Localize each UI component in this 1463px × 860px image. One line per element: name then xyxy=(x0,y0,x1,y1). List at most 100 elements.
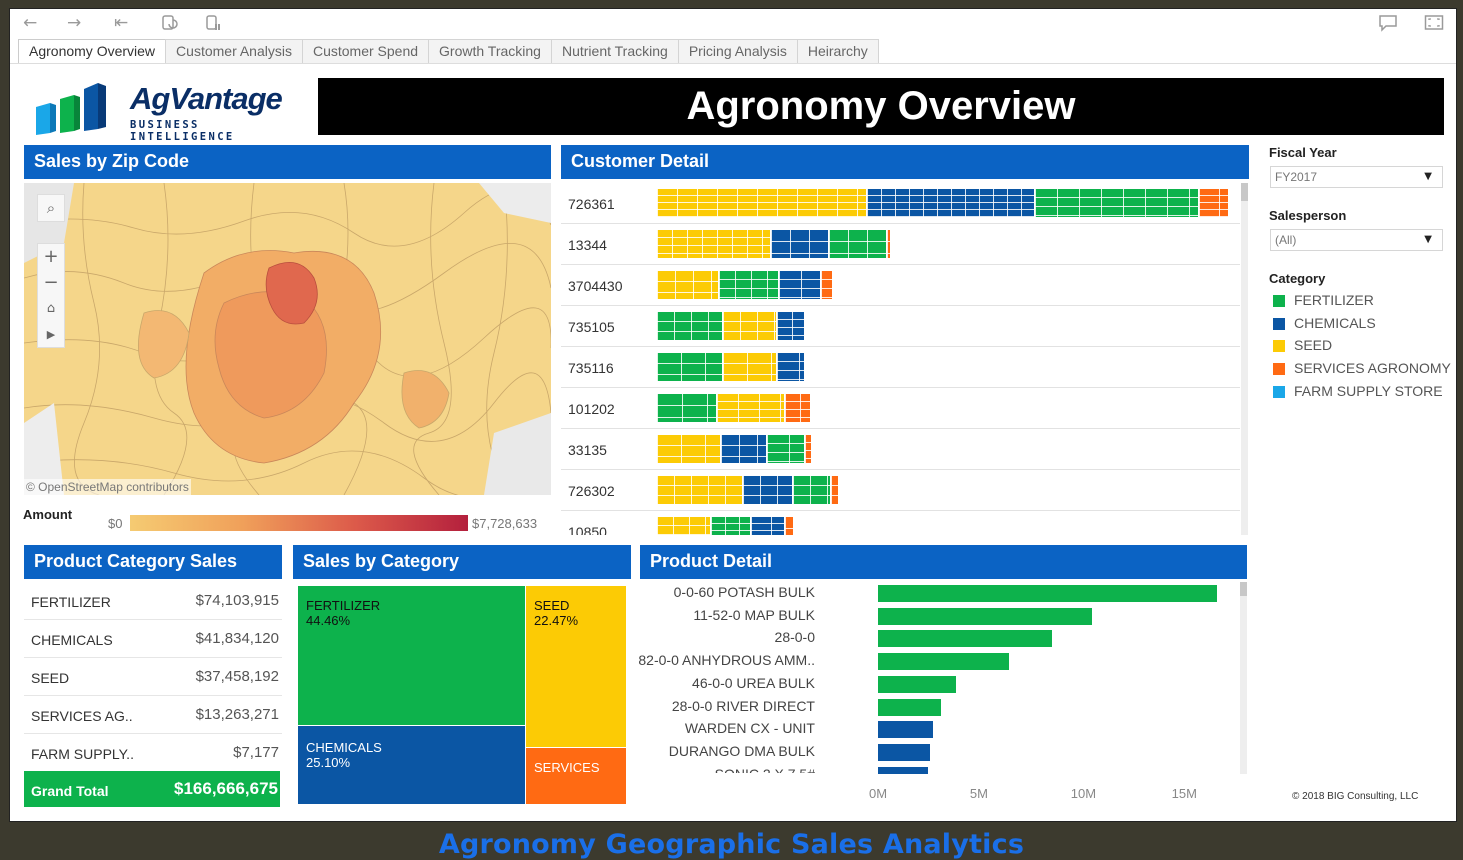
category-sales-row[interactable]: CHEMICALS $41,834,120 xyxy=(24,620,282,658)
customer-category-segment[interactable] xyxy=(829,230,887,258)
customer-category-segment[interactable] xyxy=(711,517,751,535)
customer-treemap-bar[interactable] xyxy=(657,271,833,299)
product-bar[interactable] xyxy=(878,743,930,761)
customer-category-segment[interactable] xyxy=(767,435,805,463)
product-bar[interactable] xyxy=(878,721,933,739)
product-scrollbar[interactable] xyxy=(1240,582,1247,774)
customer-category-segment[interactable] xyxy=(779,271,821,299)
customer-row[interactable]: 726302 xyxy=(561,470,1240,511)
category-sales-row[interactable]: FERTILIZER $74,103,915 xyxy=(24,582,282,620)
customer-category-segment[interactable] xyxy=(771,230,829,258)
customer-category-segment[interactable] xyxy=(657,517,711,535)
customer-row[interactable]: 13344 xyxy=(561,224,1240,265)
customer-category-segment[interactable] xyxy=(831,476,839,504)
product-bar[interactable] xyxy=(878,607,1092,625)
customer-row[interactable]: 3704430 xyxy=(561,265,1240,306)
customer-treemap-bar[interactable] xyxy=(657,435,812,463)
customer-category-segment[interactable] xyxy=(1199,189,1229,217)
product-bar[interactable] xyxy=(878,585,1217,602)
category-sales-row[interactable]: FARM SUPPLY.. $7,177 xyxy=(24,734,282,772)
fiscal-year-select[interactable]: FY2017 ▼ xyxy=(1270,166,1443,188)
customer-category-segment[interactable] xyxy=(887,230,891,258)
customer-id: 735116 xyxy=(568,360,614,376)
tab-customer-spend[interactable]: Customer Spend xyxy=(301,39,430,64)
expand-toolbar-icon[interactable]: ▶ xyxy=(38,322,64,348)
customer-category-segment[interactable] xyxy=(719,271,779,299)
customer-category-segment[interactable] xyxy=(717,394,785,422)
customer-category-segment[interactable] xyxy=(751,517,785,535)
category-sales-row[interactable]: SEED $37,458,192 xyxy=(24,658,282,696)
forward-arrow-icon[interactable]: → xyxy=(67,14,81,32)
product-scroll-thumb[interactable] xyxy=(1240,582,1247,596)
customer-treemap-bar[interactable] xyxy=(657,312,805,340)
zoom-in-icon[interactable]: + xyxy=(38,244,64,270)
choropleth-map[interactable] xyxy=(24,183,551,495)
customer-treemap-bar[interactable] xyxy=(657,353,805,381)
customer-category-segment[interactable] xyxy=(657,394,717,422)
customer-category-segment[interactable] xyxy=(723,353,777,381)
zoom-out-icon[interactable]: − xyxy=(38,270,64,296)
map-attribution[interactable]: © OpenStreetMap contributors xyxy=(24,479,191,495)
zip-code-map[interactable]: ⌕ + − ⌂ ▶ © OpenStreetMap contributors xyxy=(24,183,551,495)
product-bar[interactable] xyxy=(878,630,1052,648)
tab-pricing-analysis[interactable]: Pricing Analysis xyxy=(677,39,798,64)
customer-category-segment[interactable] xyxy=(805,435,812,463)
customer-category-segment[interactable] xyxy=(657,189,867,217)
product-bar[interactable] xyxy=(878,653,1009,671)
x-axis-tick: 0M xyxy=(869,786,888,801)
customer-category-segment[interactable] xyxy=(777,312,805,340)
customer-treemap-bar[interactable] xyxy=(657,230,891,258)
customer-category-segment[interactable] xyxy=(777,353,805,381)
category-sales-row[interactable]: SERVICES AG.. $13,263,271 xyxy=(24,696,282,734)
customer-row[interactable]: 101202 xyxy=(561,388,1240,429)
customer-category-segment[interactable] xyxy=(657,353,723,381)
customer-row[interactable]: 726361 xyxy=(561,183,1240,224)
customer-category-segment[interactable] xyxy=(743,476,793,504)
customer-category-segment[interactable] xyxy=(867,189,1035,217)
to-start-icon[interactable]: ⇤ xyxy=(114,14,128,32)
tab-growth-tracking[interactable]: Growth Tracking xyxy=(428,39,552,64)
tab-heirarchy[interactable]: Heirarchy xyxy=(796,39,879,64)
customer-category-segment[interactable] xyxy=(657,312,723,340)
home-icon[interactable]: ⌂ xyxy=(38,296,64,322)
customer-category-segment[interactable] xyxy=(793,476,831,504)
tab-customer-analysis[interactable]: Customer Analysis xyxy=(165,39,303,64)
treemap-cell-fertilizer[interactable]: FERTILIZER 44.46% xyxy=(298,586,525,725)
customer-category-segment[interactable] xyxy=(723,312,777,340)
customer-category-segment[interactable] xyxy=(821,271,833,299)
back-arrow-icon[interactable]: ← xyxy=(23,14,37,32)
salesperson-select[interactable]: (All) ▼ xyxy=(1270,229,1443,251)
customer-row[interactable]: 33135 xyxy=(561,429,1240,470)
customer-scroll-thumb[interactable] xyxy=(1241,183,1248,201)
customer-category-segment[interactable] xyxy=(657,435,721,463)
customer-category-segment[interactable] xyxy=(657,271,719,299)
customer-category-segment[interactable] xyxy=(785,517,794,535)
map-search-icon[interactable]: ⌕ xyxy=(37,194,65,222)
tab-nutrient-tracking[interactable]: Nutrient Tracking xyxy=(550,39,679,64)
product-bar[interactable] xyxy=(878,766,928,774)
customer-treemap-bar[interactable] xyxy=(657,476,839,504)
customer-category-segment[interactable] xyxy=(1035,189,1199,217)
customer-row[interactable]: 735116 xyxy=(561,347,1240,388)
customer-category-segment[interactable] xyxy=(721,435,767,463)
grand-total-row[interactable]: Grand Total $166,666,675 xyxy=(24,771,280,807)
product-bar[interactable] xyxy=(878,698,941,716)
product-bar[interactable] xyxy=(878,675,956,693)
treemap-cell-seed[interactable]: SEED 22.47% xyxy=(526,586,626,747)
customer-category-segment[interactable] xyxy=(785,394,811,422)
tab-agronomy-overview[interactable]: Agronomy Overview xyxy=(18,39,167,64)
customer-treemap-bar[interactable] xyxy=(657,517,794,535)
customer-row[interactable]: 735105 xyxy=(561,306,1240,347)
customer-category-segment[interactable] xyxy=(657,476,743,504)
pause-updates-icon[interactable] xyxy=(204,14,222,36)
customer-treemap-bar[interactable] xyxy=(657,394,811,422)
treemap-cell-services[interactable]: SERVICES xyxy=(526,748,626,804)
comment-icon[interactable] xyxy=(1378,14,1398,36)
customer-category-segment[interactable] xyxy=(657,230,771,258)
customer-treemap-bar[interactable] xyxy=(657,189,1229,217)
customer-row[interactable]: 10850 xyxy=(561,511,1240,535)
refresh-icon[interactable] xyxy=(160,14,178,36)
treemap-cell-chemicals[interactable]: CHEMICALS 25.10% xyxy=(298,726,525,804)
fullscreen-icon[interactable] xyxy=(1424,14,1444,36)
customer-scrollbar[interactable] xyxy=(1241,183,1248,535)
